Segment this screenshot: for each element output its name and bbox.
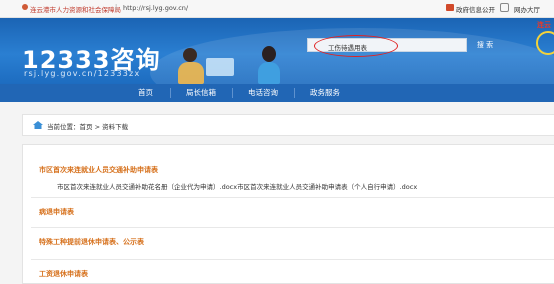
nav-item-gov-services[interactable]: 政务服务 xyxy=(310,84,340,102)
home-icon[interactable] xyxy=(22,4,28,10)
divider xyxy=(31,259,554,260)
nav-item-phone-consult[interactable]: 电话咨询 xyxy=(248,84,278,102)
home-icon[interactable] xyxy=(33,121,43,129)
site-url-link[interactable]: http://rsj.lyg.gov.cn/ xyxy=(123,4,188,12)
nav-item-director-mailbox[interactable]: 局长信箱 xyxy=(186,84,216,102)
agent-illustration xyxy=(258,62,280,84)
online-hall-link[interactable]: 网办大厅 xyxy=(514,4,540,14)
divider xyxy=(31,227,554,228)
separator: | xyxy=(115,3,118,11)
online-hall-icon xyxy=(500,3,509,12)
divider xyxy=(31,197,554,198)
search-button[interactable]: 搜 索 xyxy=(470,38,500,52)
nav-divider xyxy=(294,88,295,98)
breadcrumb: 当前位置：首页 > 资料下载 xyxy=(22,114,554,136)
category-title[interactable]: 工资退休申请表 xyxy=(39,269,88,279)
site-domain: rsj.lyg.gov.cn/12333zx xyxy=(24,69,141,78)
operator-illustration-head xyxy=(183,48,197,62)
top-bar: 连云港市人力资源和社会保障局 | http://rsj.lyg.gov.cn/ … xyxy=(0,0,554,18)
corner-badge: 连云 xyxy=(537,21,551,29)
nav-item-home[interactable]: 首页 xyxy=(138,84,153,102)
category-title[interactable]: 病退申请表 xyxy=(39,207,74,217)
download-list: 市区首次来连就业人员交通补助申请表 市区首次来连就业人员交通补助花名册（企业代为… xyxy=(22,144,554,284)
main-nav: 首页 局长信箱 电话咨询 政务服务 xyxy=(0,84,554,102)
category-title[interactable]: 市区首次来连就业人员交通补助申请表 xyxy=(39,165,158,175)
corner-emblem xyxy=(536,31,554,55)
highlight-annotation xyxy=(314,35,398,57)
agent-illustration-head xyxy=(262,46,276,62)
breadcrumb-text: 当前位置：首页 > 资料下载 xyxy=(47,123,129,131)
gov-info-link[interactable]: 政府信息公开 xyxy=(456,4,495,14)
operator-illustration xyxy=(178,62,204,84)
file-links[interactable]: 市区首次来连就业人员交通补助花名册（企业代为申请）.docx市区首次来连就业人员… xyxy=(57,181,417,191)
nav-divider xyxy=(170,88,171,98)
org-name-link[interactable]: 连云港市人力资源和社会保障局 xyxy=(30,4,121,14)
computer-illustration xyxy=(206,58,234,76)
category-title[interactable]: 特殊工种提前退休申请表、公示表 xyxy=(39,237,144,247)
gov-info-icon xyxy=(446,4,454,11)
nav-divider xyxy=(232,88,233,98)
